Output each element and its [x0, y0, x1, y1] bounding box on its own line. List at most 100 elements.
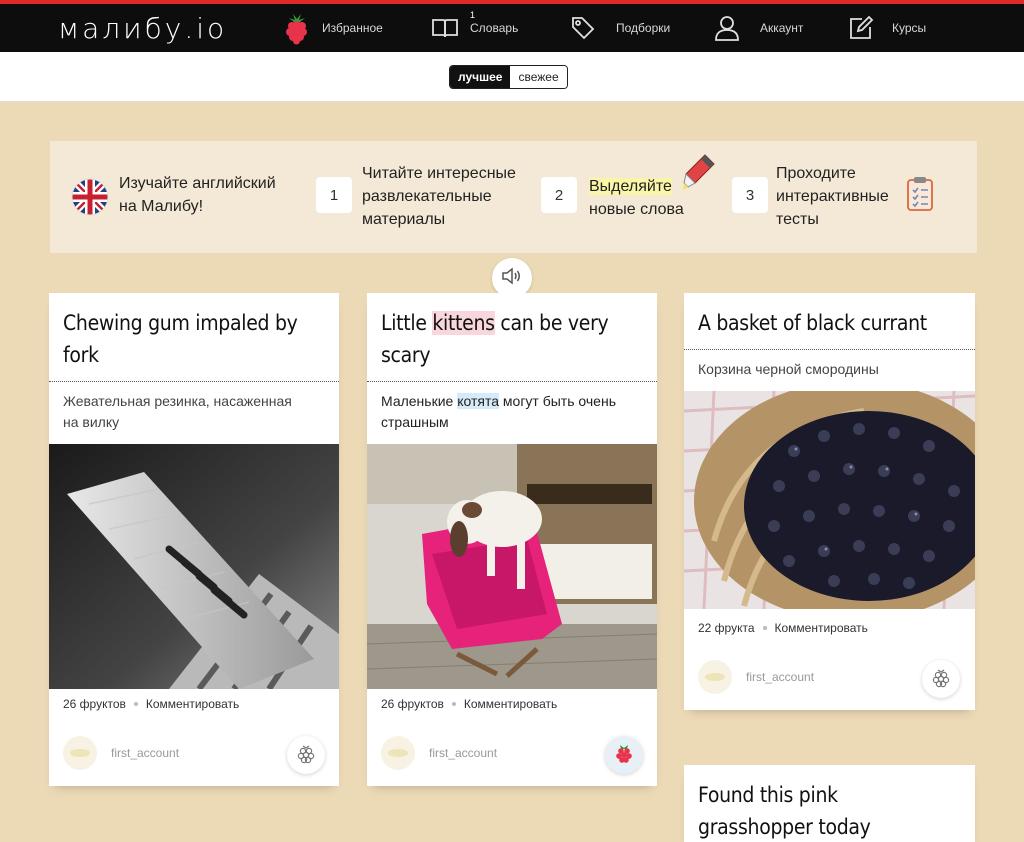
card-meta: 22 фрукта Комментировать	[698, 621, 868, 635]
nav-label: Подборки	[616, 21, 671, 35]
title-line: A basket of black currant	[698, 311, 927, 335]
title-line: fork	[63, 343, 99, 367]
sub-text: Маленькие	[381, 393, 458, 409]
sub-line: Корзина черной смородины	[698, 361, 879, 377]
sound-button[interactable]	[492, 258, 532, 298]
card-image[interactable]	[49, 444, 339, 689]
title-line: Chewing gum impaled by	[63, 311, 298, 335]
step-number: 3	[732, 177, 768, 213]
uk-flag-icon	[70, 177, 110, 222]
step-line: материалы	[362, 211, 446, 228]
step-line: Проходите	[776, 165, 856, 182]
nav-favorites[interactable]: Избранное	[282, 4, 383, 52]
intro-text: Изучайте английский на Малибу!	[119, 172, 276, 218]
card-meta: 26 фруктов Комментировать	[63, 697, 239, 711]
post-card[interactable]: Little kittens can be very scary Маленьк…	[367, 293, 657, 786]
author-name: first_account	[111, 746, 180, 760]
separator-dot	[762, 626, 767, 630]
card-translation: Жевательная резинка, насаженная на вилку	[49, 382, 339, 445]
sub-line: Жевательная резинка, насаженная	[63, 393, 292, 409]
best-tab[interactable]: лучшее	[450, 66, 511, 88]
avatar	[63, 736, 97, 770]
speaker-icon	[501, 266, 523, 290]
card-translation: Маленькие котята могут быть очень страшн…	[367, 382, 657, 445]
book-icon	[430, 13, 460, 43]
filter-bar: лучшее свежее	[0, 52, 1024, 102]
sub-text: могут быть очень	[499, 393, 616, 409]
fruit-count[interactable]: 22 фрукта	[698, 621, 755, 635]
step-3-text: Проходите интерактивные тесты	[776, 162, 889, 231]
sub-line: страшным	[381, 414, 449, 430]
card-image[interactable]	[367, 444, 657, 689]
intro-line: на Малибу!	[119, 198, 204, 215]
sort-toggle: лучшее свежее	[449, 65, 568, 89]
dictionary-badge: 1	[470, 10, 476, 20]
card-title[interactable]: Little kittens can be very scary	[367, 293, 657, 381]
step-number: 2	[541, 177, 577, 213]
comment-link[interactable]: Комментировать	[464, 697, 557, 711]
step-2-text: Выделяйте новые слова	[589, 175, 684, 221]
author[interactable]: first_account	[381, 736, 497, 770]
card-title[interactable]: Found this pink grasshopper today	[684, 765, 975, 842]
author[interactable]: first_account	[698, 660, 814, 694]
title-line: grasshopper today	[698, 815, 871, 839]
fresh-tab[interactable]: свежее	[510, 66, 567, 88]
fruit-like-button[interactable]	[922, 660, 960, 698]
title-text: Little	[381, 311, 433, 335]
avatar	[381, 736, 415, 770]
step-line: развлекательные	[362, 188, 492, 205]
post-card[interactable]: A basket of black currant Корзина черной…	[684, 293, 975, 710]
author[interactable]: first_account	[63, 736, 179, 770]
fruit-count[interactable]: 26 фруктов	[63, 697, 126, 711]
nav-account[interactable]: Аккаунт	[712, 4, 803, 52]
step-line: тесты	[776, 211, 819, 228]
sub-line: на вилку	[63, 414, 120, 430]
card-title[interactable]: A basket of black currant	[684, 293, 975, 349]
card-translation: Корзина черной смородины	[684, 350, 975, 392]
user-icon	[712, 13, 742, 43]
author-name: first_account	[429, 746, 498, 760]
marker-pen-icon	[683, 153, 717, 196]
clipboard-test-icon	[906, 176, 934, 217]
nav-label: Курсы	[892, 21, 927, 35]
highlighted-word: Выделяйте	[589, 178, 672, 195]
nav-courses[interactable]: Курсы	[846, 4, 926, 52]
raspberry-outline-icon	[932, 666, 950, 693]
fruit-count[interactable]: 26 фруктов	[381, 697, 444, 711]
author-name: first_account	[746, 670, 815, 684]
title-line: Found this pink	[698, 783, 838, 807]
title-line: scary	[381, 343, 431, 367]
raspberry-outline-icon	[297, 742, 315, 769]
highlighted-word: kittens	[432, 311, 495, 335]
step-line: интерактивные	[776, 188, 889, 205]
nav-label: Избранное	[322, 21, 383, 35]
card-meta: 26 фруктов Комментировать	[381, 697, 557, 711]
avatar	[698, 660, 732, 694]
card-image[interactable]	[684, 391, 975, 609]
comment-link[interactable]: Комментировать	[775, 621, 868, 635]
title-text: can be very	[494, 311, 609, 335]
fruit-like-button[interactable]	[605, 736, 643, 774]
fruit-like-button[interactable]	[287, 736, 325, 774]
nav-label: Словарь	[470, 21, 519, 35]
raspberry-icon	[282, 13, 312, 45]
comment-link[interactable]: Комментировать	[146, 697, 239, 711]
highlighted-word: котята	[457, 393, 500, 409]
card-title[interactable]: Chewing gum impaled by fork	[49, 293, 339, 381]
separator-dot	[451, 702, 456, 706]
post-card[interactable]: Chewing gum impaled by fork Жевательная …	[49, 293, 339, 786]
site-logo[interactable]: малибу.io	[58, 12, 227, 45]
step-line: новые слова	[589, 201, 684, 218]
raspberry-icon	[615, 742, 633, 769]
top-navigation: малибу.io Избранное 1 Словарь Подборки А…	[0, 0, 1024, 52]
step-line: Читайте интересные	[362, 165, 516, 182]
step-number: 1	[316, 177, 352, 213]
separator-dot	[133, 702, 138, 706]
edit-icon	[846, 13, 876, 43]
step-1-text: Читайте интересные развлекательные матер…	[362, 162, 516, 231]
nav-dictionary[interactable]: 1 Словарь	[430, 4, 518, 52]
nav-collections[interactable]: Подборки	[568, 4, 670, 52]
post-card[interactable]: Found this pink grasshopper today	[684, 765, 975, 842]
nav-label: Аккаунт	[760, 21, 804, 35]
intro-line: Изучайте английский	[119, 175, 276, 192]
